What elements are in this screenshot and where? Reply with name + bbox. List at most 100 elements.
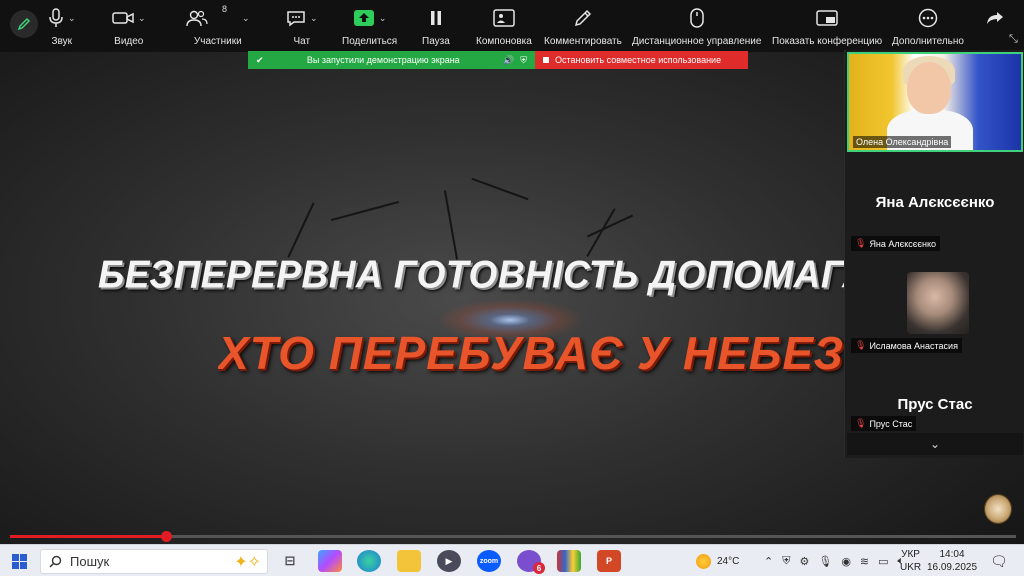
video-progress-fill — [10, 535, 166, 538]
task-view-icon[interactable]: ⊟ — [278, 550, 302, 572]
participant-name-large: Яна Алєксєєнко — [875, 194, 995, 211]
security-icon[interactable]: ⛨ — [782, 555, 790, 568]
show-meeting-button[interactable]: Показать конференцию — [772, 6, 882, 47]
annotate-quick-button[interactable] — [10, 10, 38, 38]
audio-button[interactable]: ⌄ Звук — [48, 6, 76, 47]
share-screen-button[interactable]: ⌄ Поделиться — [342, 6, 397, 47]
layout-button[interactable]: Компоновка — [476, 6, 532, 47]
participant-name-large: Прус Стас — [897, 396, 973, 413]
language-code: УКР — [901, 549, 920, 560]
search-placeholder: Пошук — [70, 554, 110, 569]
expand-icon[interactable]: ⤡ — [1009, 33, 1018, 46]
participant-name-tag: 🎙︎ Яна Алєксєєнко — [851, 236, 940, 251]
zoom-app-label: zoom — [479, 557, 499, 565]
forward-arrow-icon — [987, 12, 1003, 24]
chat-button[interactable]: ⌄ Чат — [286, 6, 318, 47]
powerpoint-icon[interactable]: P — [597, 550, 621, 572]
toolbar-label: Звук — [51, 36, 73, 47]
participants-icon — [186, 10, 208, 27]
stop-square-icon — [543, 57, 549, 63]
chevron-up-icon[interactable]: ⌃ — [764, 555, 773, 568]
edge-browser-icon[interactable] — [357, 550, 381, 572]
crack-decoration — [471, 177, 529, 201]
annotate-button[interactable]: Комментировать — [544, 6, 622, 47]
participant-name-small: Прус Стас — [869, 418, 913, 429]
location-icon[interactable]: ◉ — [841, 555, 851, 568]
file-explorer-icon[interactable] — [397, 550, 421, 572]
weather-widget[interactable]: 24°C — [696, 545, 739, 576]
toolbar-label: Чат — [293, 36, 311, 47]
keyboard-layout: UKR — [900, 562, 922, 573]
crack-decoration — [443, 190, 459, 260]
stop-share-label: Остановить совместное использование — [555, 55, 722, 65]
toolbar-label: Видео — [114, 36, 144, 47]
pin-icon[interactable]: ✔ — [256, 55, 264, 66]
chevron-down-icon[interactable]: ⌄ — [68, 13, 76, 24]
sharing-indicator: ✔ Вы запустили демонстрацию экрана 🔊 ⛨ — [248, 51, 535, 69]
shield-icon[interactable]: ⛨ — [520, 55, 527, 66]
forward-share-button[interactable] — [986, 10, 1004, 26]
crack-decoration — [330, 200, 400, 222]
chevron-down-icon: ⌄ — [929, 437, 941, 451]
participant-name-tag: 🎙︎ Прус Стас — [851, 416, 917, 431]
emblem-logo — [984, 494, 1012, 524]
participants-button[interactable]: 8 ⌄ Участники — [186, 4, 250, 47]
mic-muted-icon: 🎙︎ — [855, 340, 867, 350]
sharing-message: Вы запустили демонстрацию экрана — [306, 55, 460, 65]
share-screen-icon — [353, 10, 374, 26]
video-progress-bar[interactable] — [10, 531, 1016, 542]
copilot-icon[interactable] — [318, 550, 342, 572]
chevron-down-icon[interactable]: ⌄ — [242, 13, 250, 24]
video-progress-knob[interactable] — [160, 531, 172, 542]
video-button[interactable]: ⌄ Видео — [112, 6, 146, 47]
zoom-app-icon[interactable]: zoom — [477, 550, 501, 572]
weather-temperature: 24°C — [717, 555, 740, 567]
mic-muted-icon: 🎙︎ — [855, 238, 867, 248]
system-tray: ⌃ ⛨ ⚙ 🎙︎ ◉ ≋ ▭ 🔈︎ — [764, 545, 904, 576]
windows-start-icon[interactable] — [12, 554, 27, 569]
toolbar-label: Комментировать — [544, 36, 622, 47]
sun-icon — [696, 553, 711, 569]
chevron-down-icon[interactable]: ⌄ — [310, 13, 318, 24]
clock[interactable]: 14:04 16.09.2025 — [926, 545, 978, 576]
chevron-down-icon[interactable]: ⌄ — [138, 13, 146, 24]
speaker-icon[interactable]: 🔊 — [503, 55, 514, 66]
taskbar-search[interactable]: Пошук ✦✧ — [40, 549, 268, 574]
active-speaker-tile[interactable]: Олена Олександрівна — [847, 52, 1023, 152]
language-indicator[interactable]: УКР UKR — [900, 545, 921, 576]
slide-headline-line1: БЕЗПЕРЕРВНА ГОТОВНІСТЬ ДОПОМАГАТИ ТИМ, — [98, 252, 858, 296]
pencil-icon — [17, 17, 31, 31]
notifications-icon[interactable]: 🗨︎ — [990, 545, 1008, 576]
crack-decoration — [287, 202, 315, 258]
more-button[interactable]: Дополнительно — [892, 6, 964, 47]
show-meeting-icon — [816, 10, 838, 26]
slide-headline-line2: ХТО ПЕРЕБУВАЄ У НЕБЕЗПЕЦІ — [218, 327, 858, 379]
clock-time: 14:04 — [939, 549, 965, 560]
person-face — [907, 62, 951, 114]
battery-icon[interactable]: ▭ — [878, 555, 888, 568]
participant-name-small: Исламова Анастасия — [869, 340, 958, 351]
remote-control-button[interactable]: Дистанционное управление — [632, 6, 761, 47]
screen: БЕЗПЕРЕРВНА ГОТОВНІСТЬ ДОПОМАГАТИ ТИМ, Х… — [0, 0, 1024, 576]
microphone-tray-icon[interactable]: 🎙︎ — [818, 555, 832, 568]
share-status-banner: ✔ Вы запустили демонстрацию экрана 🔊 ⛨ О… — [248, 51, 748, 69]
chat-icon — [287, 11, 305, 27]
media-player-icon[interactable]: ▶ — [437, 550, 461, 572]
viber-icon[interactable]: 6 — [517, 550, 545, 574]
participant-name-small: Яна Алєксєєнко — [869, 238, 936, 249]
annotate-pencil-icon — [574, 9, 591, 27]
panel-scroll-down-button[interactable]: ⌄ — [847, 433, 1023, 455]
viber-notification-badge: 6 — [533, 562, 545, 574]
chevron-down-icon[interactable]: ⌄ — [379, 13, 387, 24]
participant-avatar[interactable] — [907, 272, 969, 334]
mic-muted-icon: 🎙︎ — [855, 418, 867, 428]
wifi-icon[interactable]: ≋ — [860, 555, 869, 568]
stop-share-button[interactable]: Остановить совместное использование — [535, 51, 748, 69]
sparkle-icon: ✦✧ — [234, 554, 261, 571]
settings-icon[interactable]: ⚙ — [799, 555, 809, 568]
pause-share-button[interactable]: Пауза — [422, 6, 450, 47]
winrar-icon[interactable] — [557, 550, 581, 572]
clock-date: 16.09.2025 — [926, 562, 978, 573]
remote-control-mouse-icon — [689, 8, 704, 28]
participants-video-panel: Олена Олександрівна Яна Алєксєєнко 🎙︎ Ян… — [844, 50, 1024, 458]
